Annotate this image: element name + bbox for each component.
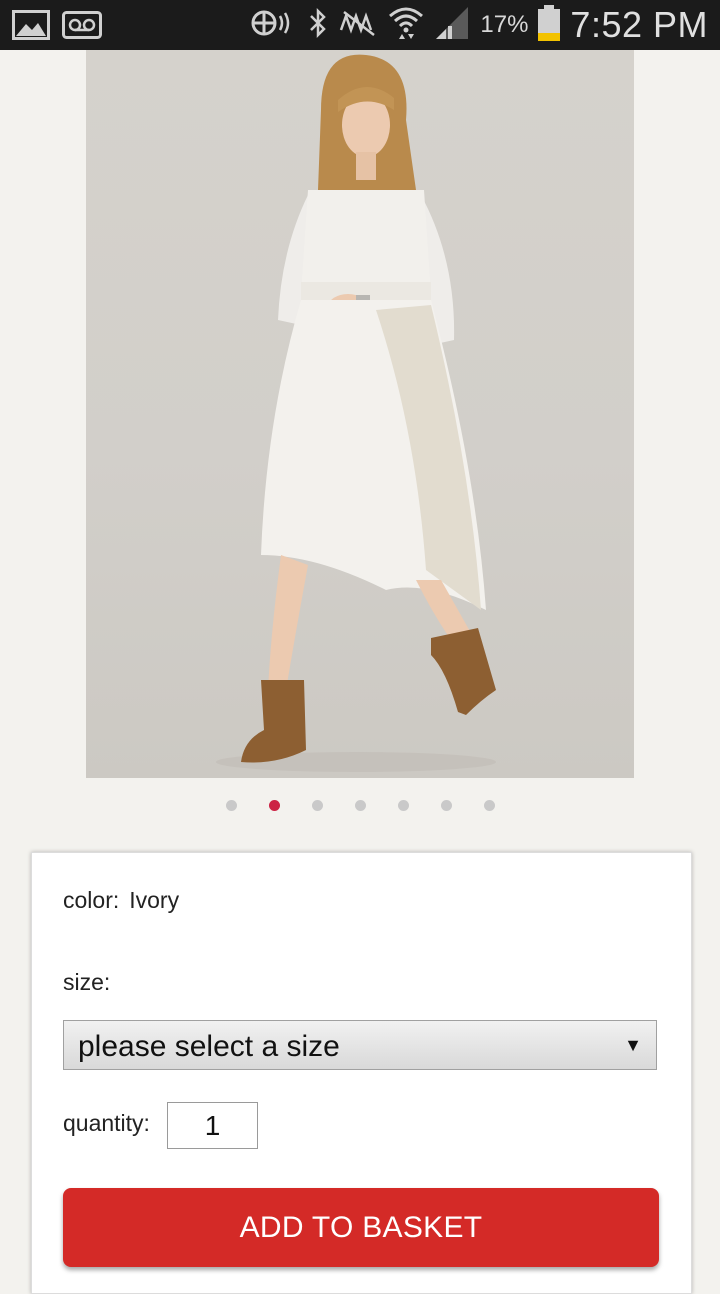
carousel-dot-5[interactable] [397,800,409,811]
battery-percent: 17% [480,11,529,38]
signal-icon [434,5,470,46]
wifi-icon [388,6,424,45]
clock-time: 7:52 PM [570,4,708,45]
status-bar: 17% 7:52 PM [0,0,720,50]
quantity-input[interactable] [167,1102,258,1149]
nfc-icon [250,7,298,44]
bluetooth-icon [308,7,328,44]
color-label: color: [63,887,120,913]
carousel-dot-4[interactable] [354,800,366,811]
carousel-indicator [0,800,720,811]
product-photo-illustration [216,54,496,772]
mute-icon [338,8,378,43]
color-value: Ivory [129,887,180,913]
add-to-basket-button[interactable]: ADD TO BASKET [63,1188,659,1267]
carousel-dot-3[interactable] [311,800,323,811]
quantity-label: quantity: [63,1110,150,1136]
color-row: color: Ivory [63,887,179,914]
carousel-dot-7[interactable] [483,800,495,811]
carousel-dot-2[interactable] [268,800,280,811]
battery-icon [538,4,561,46]
size-select[interactable]: please select a size ▼ [63,1020,657,1070]
carousel-dot-1[interactable] [225,800,237,811]
chevron-down-icon: ▼ [624,1035,642,1055]
carousel-dot-6[interactable] [440,800,452,811]
size-label: size: [63,969,111,995]
size-select-text: please select a size [78,1030,340,1063]
product-image[interactable] [86,50,634,778]
gallery-icon [12,10,50,45]
voicemail-icon [62,11,102,44]
product-options-card: color: Ivory size: please select a size ▼… [31,852,692,1294]
